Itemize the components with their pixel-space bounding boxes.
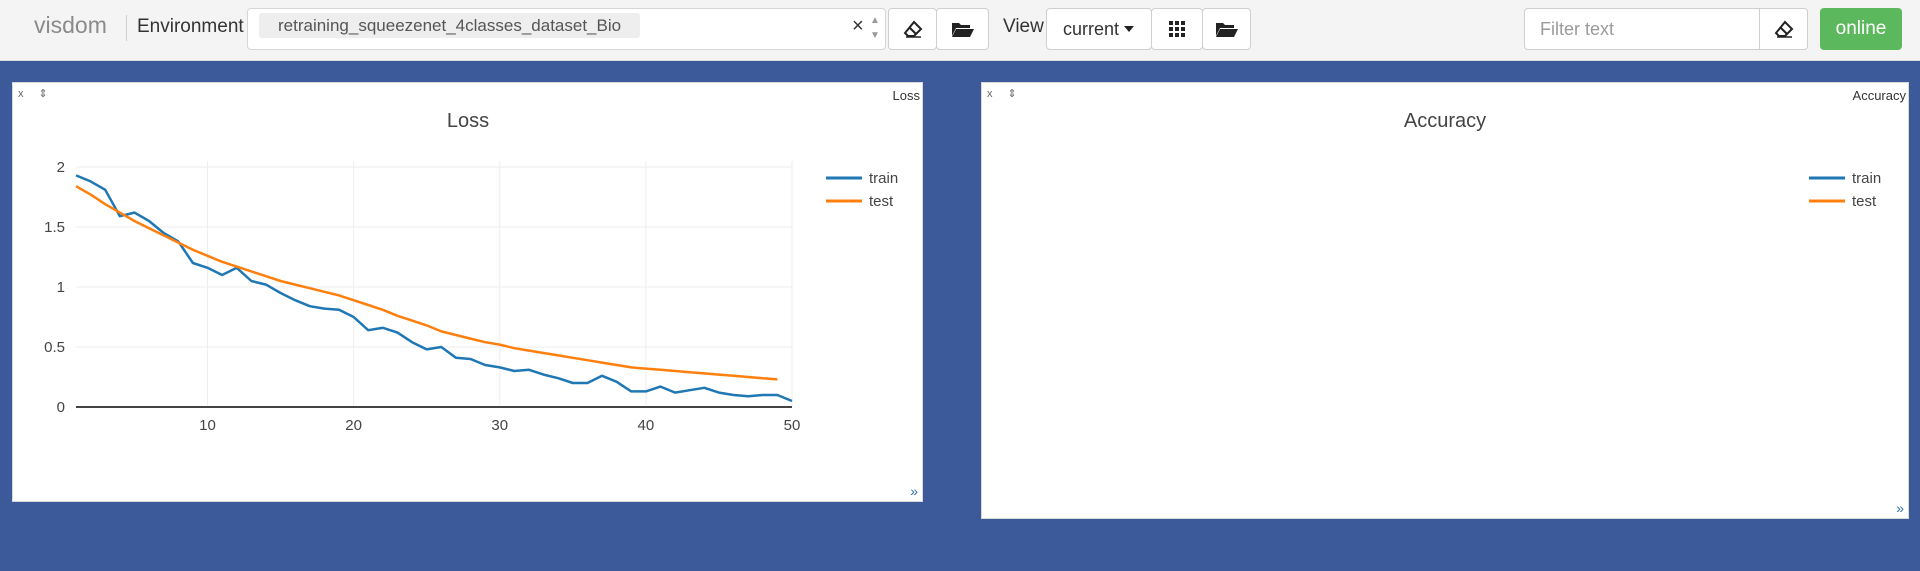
x-tick-label: 40 bbox=[638, 417, 655, 434]
filter-input[interactable] bbox=[1524, 8, 1760, 50]
folder-open-icon bbox=[1215, 23, 1238, 37]
navbar: visdom Environment retraining_squeezenet… bbox=[0, 0, 1920, 61]
view-label: View bbox=[1003, 16, 1044, 37]
accuracy-pane[interactable]: x ⇕ Accuracy Accuracy102030405000.20.40.… bbox=[981, 82, 1909, 519]
select-arrows-icon[interactable]: ▲ ▼ bbox=[868, 13, 882, 43]
resize-handle-icon[interactable]: » bbox=[910, 483, 918, 499]
legend-label: test bbox=[1852, 193, 1877, 210]
y-tick-label: 1 bbox=[57, 279, 65, 296]
environment-chip[interactable]: retraining_squeezenet_4classes_dataset_B… bbox=[259, 13, 641, 38]
eraser-icon bbox=[1774, 20, 1793, 38]
x-tick-label: 10 bbox=[199, 417, 216, 434]
view-select[interactable]: current bbox=[1046, 8, 1152, 50]
series-line-train bbox=[75, 174, 793, 403]
loss-pane[interactable]: x ⇕ Loss Loss 10 20 30 40 50 0 0.5 1 1.5 2 train tes… bbox=[12, 82, 923, 502]
caret-down-icon bbox=[1124, 26, 1135, 32]
y-tick-label: 2 bbox=[57, 159, 65, 176]
clear-env-button[interactable] bbox=[888, 8, 937, 50]
loss-chart: Loss 10 20 30 40 50 0 0.5 1 1.5 2 train test bbox=[44, 110, 898, 434]
legend-label: train bbox=[1852, 170, 1881, 187]
y-tick-label: 1.5 bbox=[44, 219, 65, 236]
x-tick-label: 50 bbox=[784, 417, 801, 434]
clear-filter-button[interactable] bbox=[1759, 8, 1808, 50]
chart-title: Accuracy bbox=[1404, 110, 1486, 132]
y-tick-label: 0.5 bbox=[44, 339, 65, 356]
manage-views-button[interactable] bbox=[1202, 8, 1251, 50]
legend-label: train bbox=[869, 170, 898, 187]
view-value: current bbox=[1062, 18, 1120, 39]
brand-logo[interactable]: visdom bbox=[34, 12, 107, 39]
connection-status-badge[interactable]: online bbox=[1820, 8, 1902, 50]
divider bbox=[126, 15, 127, 41]
legend-label: test bbox=[869, 193, 894, 210]
folder-open-icon bbox=[951, 23, 974, 37]
eraser-icon bbox=[903, 20, 922, 38]
accuracy-chart: Accuracy102030405000.20.40.60.81traintes… bbox=[1404, 110, 1881, 210]
y-tick-label: 0 bbox=[57, 399, 65, 416]
chart-title: Loss bbox=[447, 110, 489, 132]
x-tick-label: 30 bbox=[491, 417, 508, 434]
environment-label: Environment bbox=[137, 16, 244, 37]
manage-env-button[interactable] bbox=[936, 8, 989, 50]
resize-handle-icon[interactable]: » bbox=[1896, 500, 1904, 516]
x-tick-label: 20 bbox=[345, 417, 362, 434]
environment-select[interactable]: retraining_squeezenet_4classes_dataset_B… bbox=[247, 8, 886, 50]
repack-button[interactable] bbox=[1151, 8, 1203, 50]
clear-selection-icon[interactable]: × bbox=[852, 15, 864, 38]
grid-icon bbox=[1169, 21, 1185, 37]
